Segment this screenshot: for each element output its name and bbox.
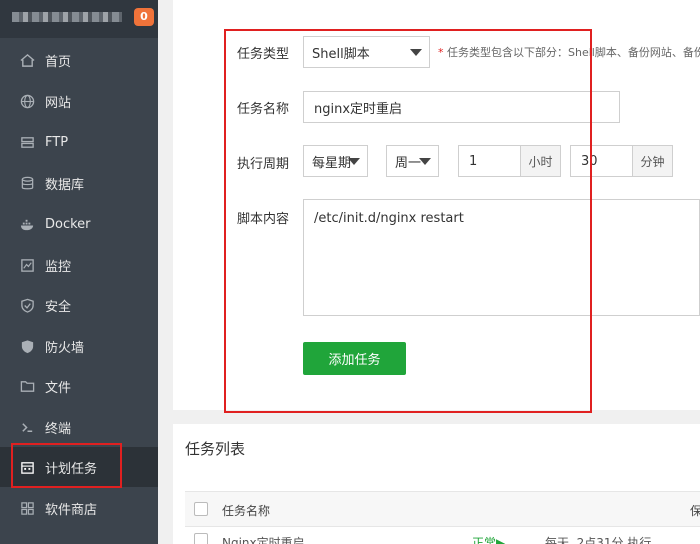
terminal-icon [19, 419, 35, 435]
notification-badge[interactable]: 0 [134, 8, 154, 26]
sidebar-item-website[interactable]: 网站 [0, 81, 158, 121]
firewall-icon [19, 338, 35, 354]
shield-icon [19, 297, 35, 313]
sidebar-item-firewall[interactable]: 防火墙 [0, 326, 158, 366]
sidebar-item-label: 文件 [45, 380, 72, 396]
task-row-status[interactable]: 正常▶ [472, 534, 505, 544]
docker-icon [19, 216, 35, 232]
sidebar-item-security[interactable]: 安全 [0, 285, 158, 325]
sidebar-item-ftp[interactable]: FTP [0, 122, 158, 162]
column-task-name[interactable]: 任务名称 [222, 502, 270, 519]
sidebar-item-label: 首页 [45, 54, 72, 70]
sidebar-item-store[interactable]: 软件商店 [0, 488, 158, 528]
ftp-icon [19, 134, 35, 150]
store-icon [19, 500, 35, 516]
folder-icon [19, 378, 35, 394]
sidebar-item-label: 防火墙 [45, 340, 85, 356]
monitor-icon [19, 257, 35, 273]
row-checkbox[interactable] [194, 533, 208, 544]
globe-icon [19, 93, 35, 109]
column-save[interactable]: 保 [690, 502, 700, 519]
sidebar-item-label: 安全 [45, 299, 72, 315]
task-list-title: 任务列表 [185, 440, 246, 458]
cron-highlight-box [11, 443, 122, 488]
select-all-checkbox[interactable] [194, 502, 208, 516]
sidebar-item-files[interactable]: 文件 [0, 366, 158, 406]
task-row-name: Nginx定时重启 [222, 536, 305, 544]
sidebar-item-label: 监控 [45, 259, 72, 275]
sidebar-item-database[interactable]: 数据库 [0, 163, 158, 203]
sidebar-item-label: FTP [45, 134, 69, 150]
sidebar-item-home[interactable]: 首页 [0, 40, 158, 80]
sidebar-item-label: Docker [45, 216, 91, 232]
home-icon [19, 52, 35, 68]
sidebar-item-label: 软件商店 [45, 502, 98, 518]
sidebar-item-monitor[interactable]: 监控 [0, 245, 158, 285]
minute-unit: 分钟 [632, 145, 673, 177]
form-highlight-box [224, 29, 592, 413]
database-icon [19, 175, 35, 191]
sidebar-item-terminal[interactable]: 终端 [0, 407, 158, 447]
sidebar-item-label: 网站 [45, 95, 72, 111]
sidebar-item-label: 终端 [45, 421, 72, 437]
sidebar-item-docker[interactable]: Docker [0, 204, 158, 244]
task-row-period: 每天, 2点31分 执行 [545, 536, 652, 544]
sidebar-item-label: 数据库 [45, 177, 85, 193]
sidebar-header: 0 [0, 0, 158, 38]
user-name-blurred [12, 12, 122, 22]
